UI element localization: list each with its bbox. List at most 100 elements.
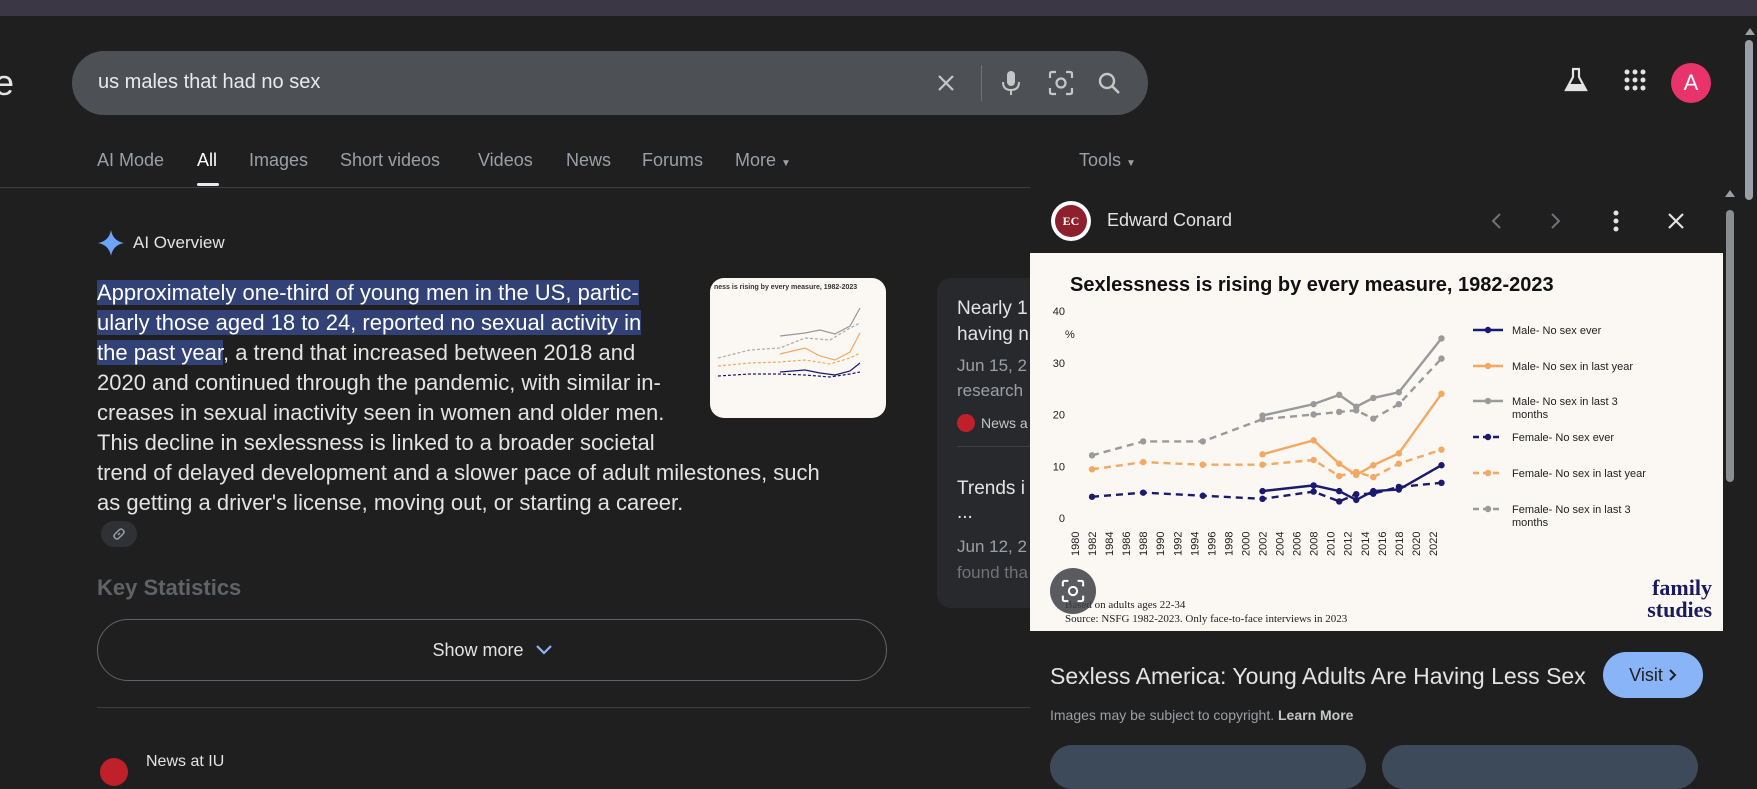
sexlessness-chart: Sexlessness is rising by every measure, …	[1053, 274, 1713, 625]
account-avatar[interactable]: A	[1671, 63, 1711, 103]
panel-scrollbar[interactable]	[1723, 190, 1737, 763]
page-scroll-thumb[interactable]	[1745, 40, 1753, 200]
image-title[interactable]: Sexless America: Young Adults Are Having…	[1050, 663, 1586, 690]
visit-button[interactable]: Visit	[1603, 652, 1703, 698]
data-point	[1310, 437, 1317, 444]
x-tick-label: 1986	[1121, 532, 1133, 556]
data-point	[1336, 460, 1343, 467]
legend-marker	[1484, 397, 1492, 405]
show-more-label: Show more	[432, 639, 524, 660]
more-options-icon[interactable]	[1600, 205, 1632, 237]
legend-label: Male- No sex in last year	[1512, 361, 1633, 373]
image-preview-panel: EC Edward Conard Sexlessness is rising b…	[1030, 190, 1723, 789]
news-source-label[interactable]: News at IU	[146, 753, 224, 771]
x-tick-label: 1990	[1155, 532, 1167, 556]
google-logo-fragment[interactable]: e	[0, 62, 14, 104]
data-point	[1336, 391, 1343, 399]
active-tab-indicator	[197, 183, 219, 186]
chart-image[interactable]: Sexlessness is rising by every measure, …	[1030, 253, 1723, 631]
data-point	[1310, 482, 1317, 489]
iu-favicon-icon	[957, 414, 975, 432]
search-input[interactable]: us males that had no sex	[98, 71, 320, 94]
data-point	[1438, 390, 1445, 397]
tab-short-videos[interactable]: Short videos	[340, 150, 440, 171]
news-snippet: research	[957, 381, 1024, 400]
tab-images[interactable]: Images	[249, 150, 308, 171]
data-point	[1259, 461, 1266, 468]
legend-marker	[1484, 362, 1492, 370]
caret-down-icon: ▼	[1126, 158, 1136, 169]
data-point	[1310, 400, 1317, 408]
overview-text: trend of delayed development and a slowe…	[97, 460, 820, 485]
panel-scroll-thumb[interactable]	[1726, 210, 1734, 482]
data-point	[1438, 355, 1445, 362]
browser-top-strip	[0, 0, 1757, 16]
data-point	[1199, 461, 1207, 468]
search-icon[interactable]	[1095, 69, 1123, 97]
apps-grid-icon[interactable]	[1619, 64, 1651, 96]
x-tick-label: 1988	[1138, 532, 1150, 556]
tab-all[interactable]: All	[197, 150, 217, 171]
x-tick-label: 1994	[1189, 532, 1201, 556]
clear-icon[interactable]	[932, 69, 960, 97]
news-headline[interactable]: ...	[957, 502, 973, 524]
y-tick-label: 20	[1053, 410, 1065, 422]
data-point	[1199, 438, 1207, 445]
scroll-up-icon[interactable]	[1725, 190, 1735, 197]
x-tick-label: 2018	[1394, 532, 1406, 556]
scroll-up-icon[interactable]	[1745, 28, 1755, 35]
tab-news[interactable]: News	[566, 150, 611, 171]
source-link-chip[interactable]	[101, 521, 137, 547]
news-headline[interactable]: Nearly 1	[957, 298, 1028, 320]
tab-ai-mode[interactable]: AI Mode	[97, 150, 164, 171]
data-point	[1438, 446, 1445, 453]
news-date: Jun 12, 2	[957, 537, 1027, 556]
data-point	[1310, 411, 1317, 418]
data-point	[1259, 487, 1266, 495]
news-headline[interactable]: Trends i	[957, 478, 1025, 500]
tab-more[interactable]: More ▼	[735, 150, 791, 171]
mic-icon[interactable]	[997, 69, 1025, 97]
legend-label: Female- No sex ever	[1512, 432, 1614, 444]
search-image-button[interactable]	[1050, 568, 1096, 614]
tab-forums[interactable]: Forums	[642, 150, 703, 171]
show-more-button[interactable]: Show more	[97, 619, 887, 681]
close-icon[interactable]	[1660, 205, 1692, 237]
save-button[interactable]	[1382, 745, 1698, 789]
chart-title: Sexlessness is rising by every measure, …	[1070, 274, 1554, 296]
x-tick-label: 1982	[1087, 532, 1099, 556]
learn-more-link[interactable]: Learn More	[1278, 707, 1353, 723]
copyright-text: Images may be subject to copyright.	[1050, 707, 1275, 723]
visit-label: Visit	[1629, 664, 1663, 685]
ec-logo: EC	[1055, 205, 1087, 237]
tools-button[interactable]: Tools ▼	[1079, 150, 1136, 171]
news-snippet: found tha	[957, 563, 1028, 582]
x-tick-label: 2010	[1326, 532, 1338, 556]
news-source-name: News a	[981, 415, 1028, 431]
ai-overview-header: AI Overview	[97, 229, 225, 257]
tab-videos[interactable]: Videos	[478, 150, 533, 171]
data-point	[1336, 498, 1343, 505]
x-tick-label: 2022	[1428, 532, 1440, 556]
legend-label: Female- No sex in last year	[1512, 468, 1646, 480]
labs-flask-icon[interactable]	[1560, 64, 1592, 96]
search-bar[interactable]: us males that had no sex	[72, 51, 1148, 115]
data-point	[1336, 487, 1343, 495]
overview-thumbnail[interactable]: ness is rising by every measure, 1982-20…	[710, 278, 886, 418]
overview-text: This decline in sexlessness is linked to…	[97, 430, 655, 455]
x-tick-label: 2016	[1377, 532, 1389, 556]
next-icon[interactable]	[1540, 205, 1572, 237]
source-logo[interactable]: EC	[1051, 201, 1091, 241]
y-tick-label: 0	[1059, 513, 1065, 525]
data-point	[1353, 407, 1360, 414]
page-scrollbar[interactable]	[1743, 28, 1755, 763]
previous-icon[interactable]	[1480, 205, 1512, 237]
lens-icon[interactable]	[1047, 69, 1075, 97]
share-button[interactable]	[1050, 745, 1366, 789]
x-tick-label: 1992	[1172, 532, 1184, 556]
x-tick-label: 2020	[1411, 532, 1423, 556]
x-tick-label: 2014	[1360, 532, 1372, 556]
news-headline[interactable]: having n	[957, 324, 1029, 346]
x-tick-label: 2006	[1292, 532, 1304, 556]
source-name[interactable]: Edward Conard	[1107, 210, 1232, 231]
